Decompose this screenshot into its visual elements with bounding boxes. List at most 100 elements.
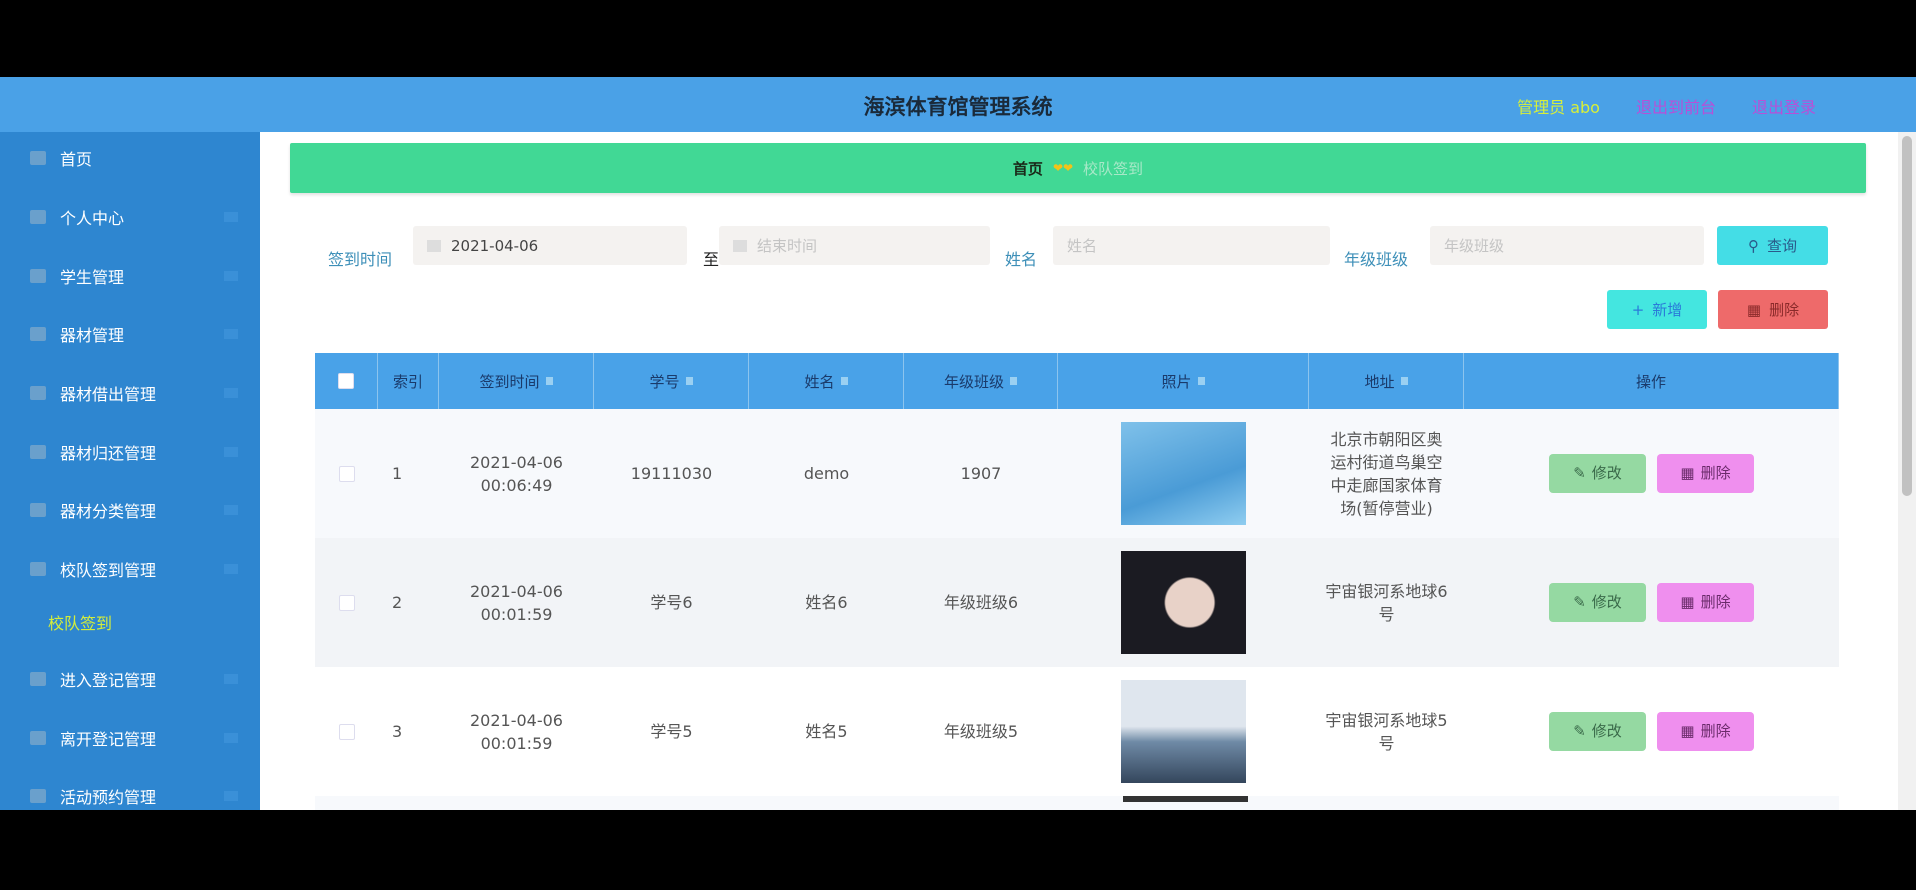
batch-delete-button[interactable]: ▦ 删除 bbox=[1718, 290, 1828, 329]
edit-label: 修改 bbox=[1591, 722, 1622, 740]
class-cell: 1907 bbox=[960, 464, 1002, 483]
sidebar-item[interactable]: 个人中心 bbox=[0, 197, 260, 237]
class-input[interactable]: 年级班级 bbox=[1430, 226, 1704, 265]
sidebar-item[interactable]: 离开登记管理 bbox=[0, 718, 260, 758]
sort-icon[interactable] bbox=[1197, 377, 1205, 385]
sidebar-item[interactable]: 活动预约管理 bbox=[0, 776, 260, 810]
end-date-input[interactable]: 结束时间 bbox=[719, 226, 990, 265]
student-photo[interactable] bbox=[1123, 796, 1248, 802]
column-header-label: 地址 bbox=[1364, 372, 1395, 391]
sidebar-item-label: 活动预约管理 bbox=[60, 788, 157, 807]
time-cell: 2021-04-06 00:06:49 bbox=[470, 452, 563, 495]
app-screen: 海滨体育馆管理系统 管理员 abo 退出到前台 退出登录 首页 个人中心 学生管理器… bbox=[0, 77, 1916, 810]
index-cell: 2 bbox=[392, 593, 403, 612]
plus-icon: + bbox=[1631, 300, 1645, 319]
sidebar-subitem-checkin[interactable]: 校队签到 bbox=[48, 610, 112, 634]
search-icon: ⚲ bbox=[1747, 236, 1759, 255]
table-header: 索引 签到时间 学号 姓名 年级班级 照片 地址 操作 bbox=[315, 353, 1839, 409]
actions-cell: ✎ 修改 ▦ 删除 bbox=[1464, 538, 1839, 667]
row-checkbox[interactable] bbox=[338, 465, 355, 482]
delete-button[interactable]: ▦ 删除 bbox=[1657, 454, 1754, 493]
student-photo[interactable] bbox=[1121, 680, 1246, 783]
time-label: 签到时间 bbox=[328, 250, 393, 269]
query-button[interactable]: ⚲ 查询 bbox=[1717, 226, 1828, 265]
sidebar: 首页个人中心学生管理器材管理器材借出管理器材归还管理 器材分类管理校队签到管理进入… bbox=[0, 132, 260, 810]
delete-label: 删除 bbox=[1769, 301, 1800, 319]
time-cell: 2021-04-06 00:01:59 bbox=[470, 710, 563, 753]
edit-icon: ✎ bbox=[1573, 722, 1586, 740]
column-header[interactable]: 签到时间 bbox=[439, 353, 594, 409]
name-placeholder: 姓名 bbox=[1067, 237, 1098, 255]
delete-button[interactable]: ▦ 删除 bbox=[1657, 583, 1754, 622]
student-id-cell: 学号6 bbox=[650, 593, 693, 612]
sort-icon[interactable] bbox=[1010, 377, 1017, 385]
time-cell: 2021-04-06 00:01:59 bbox=[470, 581, 563, 624]
trash-icon: ▦ bbox=[1680, 593, 1695, 611]
breadcrumb-home[interactable]: 首页 bbox=[1013, 158, 1043, 179]
row-checkbox[interactable] bbox=[338, 594, 355, 611]
sidebar-item[interactable]: 器材借出管理 bbox=[0, 373, 260, 413]
end-date-placeholder: 结束时间 bbox=[757, 237, 818, 255]
row-checkbox[interactable] bbox=[338, 723, 355, 740]
current-user: 管理员 abo bbox=[1517, 98, 1600, 117]
address-cell: 宇宙银河系地球6号 bbox=[1325, 581, 1448, 624]
scrollbar[interactable] bbox=[1898, 132, 1916, 810]
index-cell: 1 bbox=[392, 464, 403, 483]
checkbox-cell bbox=[315, 538, 378, 667]
name-cell: 姓名5 bbox=[805, 722, 848, 741]
chevron-icon bbox=[224, 733, 238, 743]
menu-icon bbox=[30, 672, 46, 686]
sidebar-item-label: 校队签到管理 bbox=[60, 561, 157, 580]
edit-label: 修改 bbox=[1591, 464, 1622, 482]
column-header[interactable]: 照片 bbox=[1058, 353, 1309, 409]
select-all-checkbox[interactable] bbox=[338, 373, 354, 389]
breadcrumb: 首页 ❤❤ 校队签到 bbox=[290, 143, 1866, 193]
sort-icon[interactable] bbox=[840, 377, 848, 385]
column-header-label: 操作 bbox=[1635, 372, 1666, 391]
column-header[interactable]: 学号 bbox=[594, 353, 749, 409]
student-photo[interactable] bbox=[1121, 551, 1246, 654]
sidebar-item[interactable]: 校队签到管理 bbox=[0, 549, 260, 589]
class-label: 年级班级 bbox=[1344, 250, 1409, 269]
edit-button[interactable]: ✎ 修改 bbox=[1549, 583, 1646, 622]
sidebar-item-label: 离开登记管理 bbox=[60, 730, 157, 749]
sort-icon[interactable] bbox=[685, 377, 693, 385]
photo-cell bbox=[1058, 667, 1309, 796]
logout-link[interactable]: 退出登录 bbox=[1752, 94, 1816, 118]
column-header[interactable]: 姓名 bbox=[749, 353, 904, 409]
start-date-input[interactable]: 2021-04-06 bbox=[413, 226, 687, 265]
column-header: 操作 bbox=[1464, 353, 1839, 409]
sidebar-item[interactable]: 器材分类管理 bbox=[0, 490, 260, 530]
menu-icon bbox=[30, 386, 46, 400]
sidebar-item-label: 个人中心 bbox=[60, 209, 125, 228]
sidebar-item[interactable]: 器材归还管理 bbox=[0, 432, 260, 472]
actions-cell: ✎ 修改 ▦ 删除 bbox=[1464, 667, 1839, 796]
column-header-label: 姓名 bbox=[804, 372, 835, 391]
sidebar-item[interactable]: 器材管理 bbox=[0, 314, 260, 354]
calendar-icon bbox=[427, 239, 441, 252]
column-header[interactable]: 年级班级 bbox=[904, 353, 1058, 409]
sort-icon[interactable] bbox=[545, 377, 553, 385]
column-header-label: 照片 bbox=[1161, 372, 1192, 391]
sidebar-item-label: 器材管理 bbox=[60, 326, 125, 345]
delete-label: 删除 bbox=[1700, 593, 1731, 611]
sidebar-item[interactable]: 首页 bbox=[0, 138, 260, 178]
query-label: 查询 bbox=[1766, 237, 1797, 255]
chevron-icon bbox=[224, 329, 238, 339]
add-button[interactable]: + 新增 bbox=[1607, 290, 1707, 329]
column-header[interactable]: 地址 bbox=[1309, 353, 1464, 409]
delete-button[interactable]: ▦ 删除 bbox=[1657, 712, 1754, 751]
sidebar-item-label: 学生管理 bbox=[60, 268, 125, 287]
sidebar-item-label: 器材借出管理 bbox=[60, 385, 157, 404]
sidebar-item[interactable]: 学生管理 bbox=[0, 256, 260, 296]
front-link[interactable]: 退出到前台 bbox=[1636, 94, 1716, 118]
edit-button[interactable]: ✎ 修改 bbox=[1549, 454, 1646, 493]
edit-button[interactable]: ✎ 修改 bbox=[1549, 712, 1646, 751]
table-row: 3 2021-04-06 00:01:59 学号5 姓名5 年级班级5 宇宙银河… bbox=[315, 667, 1839, 796]
edit-icon: ✎ bbox=[1573, 593, 1586, 611]
name-input[interactable]: 姓名 bbox=[1053, 226, 1330, 265]
sort-icon[interactable] bbox=[1400, 377, 1408, 385]
student-photo[interactable] bbox=[1121, 422, 1246, 525]
sidebar-item[interactable]: 进入登记管理 bbox=[0, 659, 260, 699]
scrollbar-thumb[interactable] bbox=[1902, 136, 1912, 496]
